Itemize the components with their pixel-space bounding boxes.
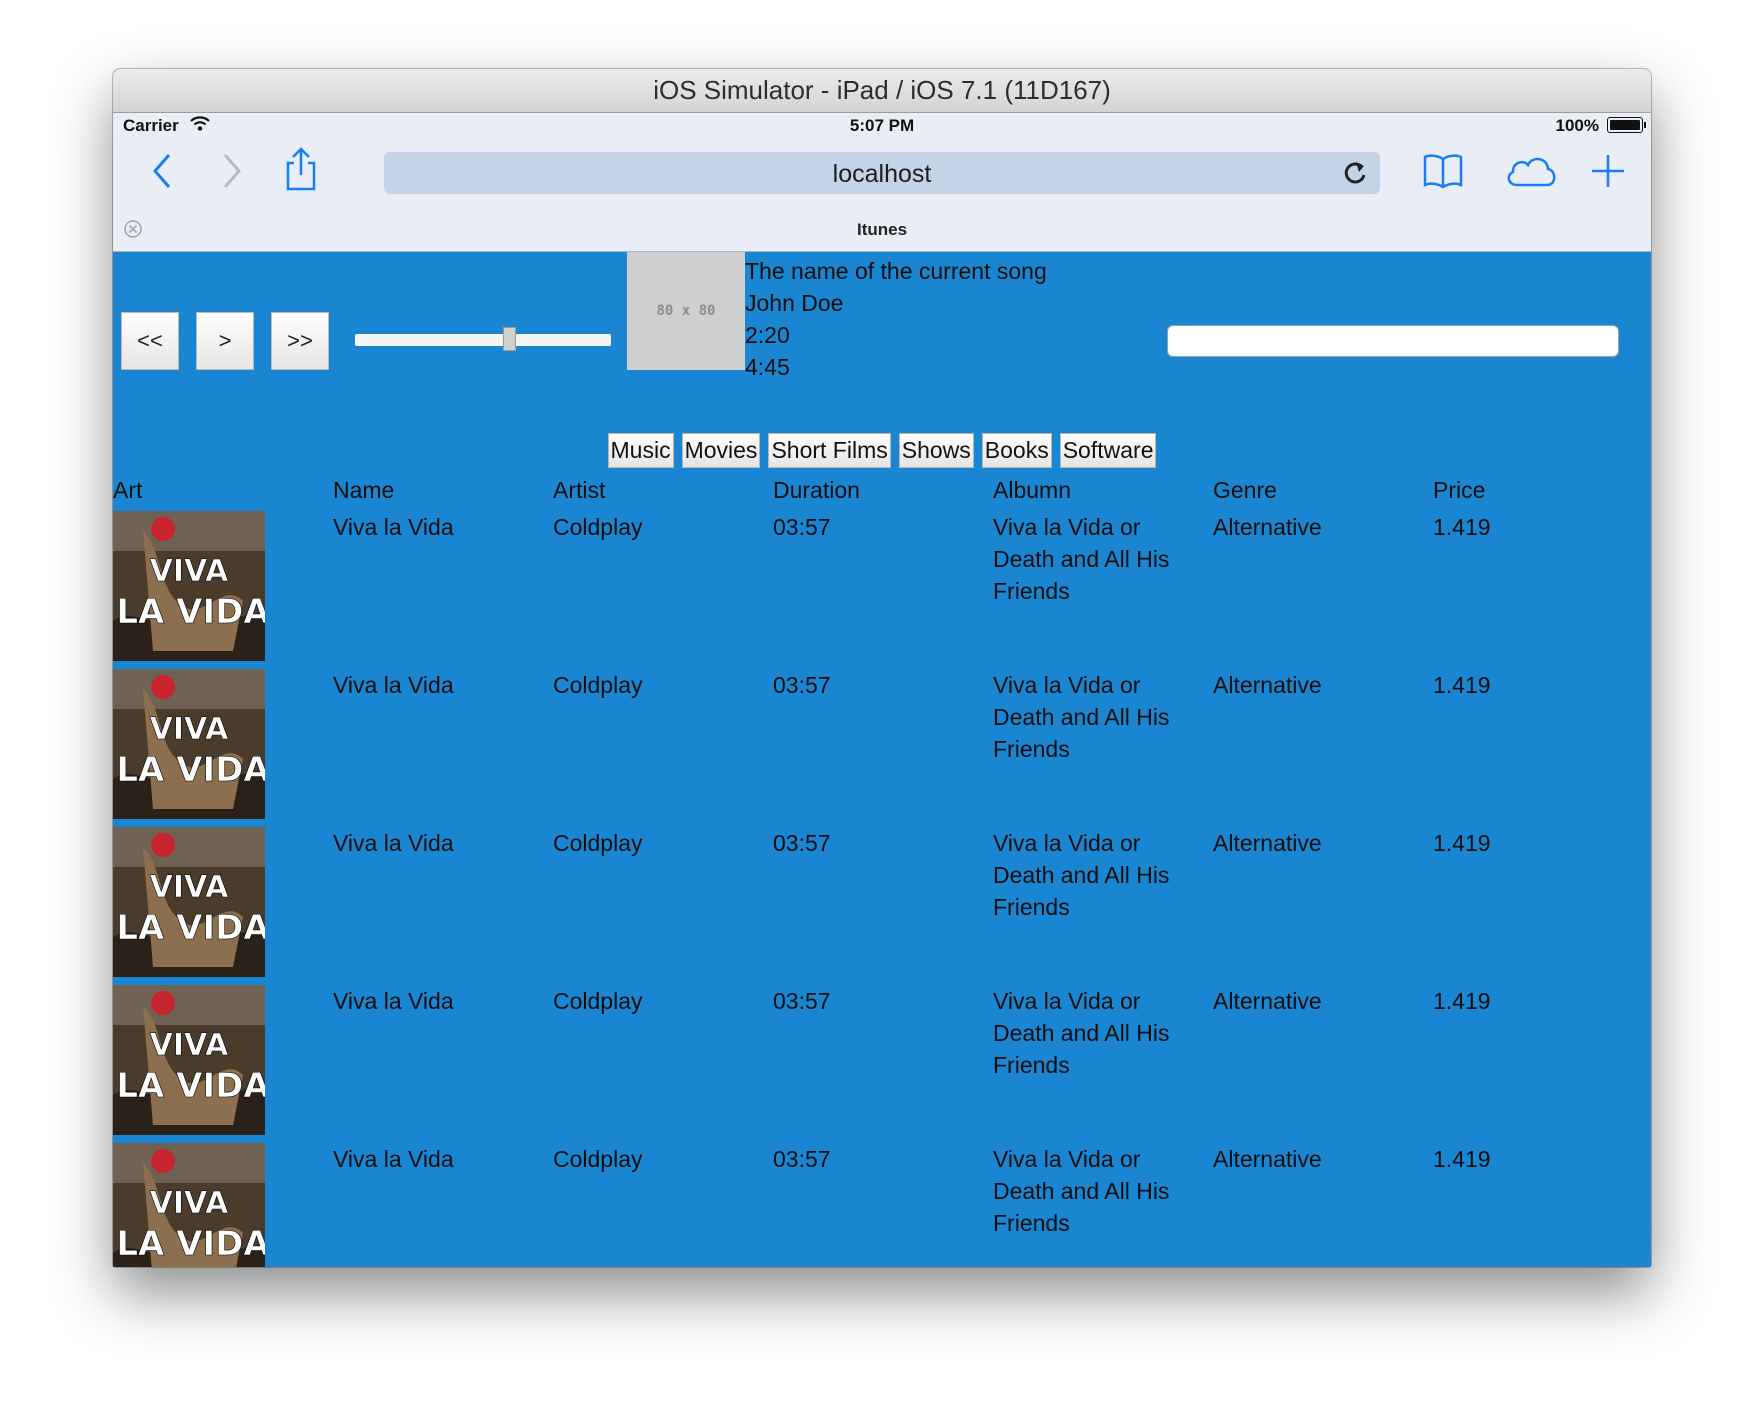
back-icon[interactable] [149, 149, 175, 198]
cell-album: Viva la Vida or Death and All His Friend… [993, 672, 1170, 762]
cell-duration: 03:57 [773, 514, 831, 540]
tab-title[interactable]: Itunes [113, 220, 1651, 240]
svg-text:LA VIDA: LA VIDA [116, 592, 265, 632]
search-input[interactable] [1167, 325, 1619, 357]
share-icon[interactable] [283, 145, 319, 198]
cell-genre: Alternative [1213, 514, 1322, 540]
cell-duration: 03:57 [773, 830, 831, 856]
now-playing-info: The name of the current song John Doe 2:… [745, 255, 1047, 383]
now-playing-song: The name of the current song [745, 258, 1047, 284]
cell-duration: 03:57 [773, 1146, 831, 1172]
column-header-genre[interactable]: Genre [1213, 477, 1277, 504]
now-playing-artist: John Doe [745, 290, 844, 316]
address-bar[interactable]: localhost [384, 152, 1380, 194]
cell-price: 1.419 [1433, 672, 1491, 698]
volume-slider[interactable] [355, 334, 611, 346]
album-art-image: VIVA LA VIDA [113, 511, 265, 661]
album-art-image: VIVA LA VIDA [113, 1143, 265, 1267]
cell-artist: Coldplay [553, 988, 643, 1014]
status-bar: Carrier 5:07 PM 100% [113, 113, 1651, 137]
table-row[interactable]: VIVA LA VIDA Viva la Vida Coldplay 03:57 Viva… [113, 1143, 1651, 1267]
cell-artist: Coldplay [553, 514, 643, 540]
album-art-image: VIVA LA VIDA [113, 985, 265, 1135]
cell-price: 1.419 [1433, 514, 1491, 540]
category-tabs: Music Movies Short Films Shows Books Software [113, 433, 1651, 468]
table-row[interactable]: VIVA LA VIDA Viva la Vida Coldplay 03:57 Viva… [113, 985, 1651, 1143]
total-time: 4:45 [745, 354, 790, 380]
table-row[interactable]: VIVA LA VIDA Viva la Vida Coldplay 03:57 Viva… [113, 669, 1651, 827]
category-button-software[interactable]: Software [1059, 433, 1157, 468]
svg-text:LA VIDA: LA VIDA [116, 750, 265, 790]
column-header-art[interactable]: Art [113, 477, 142, 504]
window-title: iOS Simulator - iPad / iOS 7.1 (11D167) [113, 69, 1651, 113]
svg-text:VIVA: VIVA [150, 870, 230, 905]
album-art-image: VIVA LA VIDA [113, 669, 265, 819]
svg-text:LA VIDA: LA VIDA [116, 1066, 265, 1106]
column-header-albumn[interactable]: Albumn [993, 477, 1071, 504]
column-header-duration[interactable]: Duration [773, 477, 860, 504]
battery-icon [1607, 117, 1646, 133]
cell-duration: 03:57 [773, 672, 831, 698]
cell-duration: 03:57 [773, 988, 831, 1014]
category-button-shows[interactable]: Shows [898, 433, 974, 468]
cell-artist: Coldplay [553, 830, 643, 856]
svg-text:VIVA: VIVA [150, 1186, 230, 1221]
svg-text:VIVA: VIVA [150, 1028, 230, 1063]
svg-text:VIVA: VIVA [150, 712, 230, 747]
album-art-image: VIVA LA VIDA [113, 827, 265, 977]
category-button-movies[interactable]: Movies [681, 433, 761, 468]
table-row[interactable]: VIVA LA VIDA Viva la Vida Coldplay 03:57 Viva… [113, 511, 1651, 669]
elapsed-time: 2:20 [745, 322, 790, 348]
bookmarks-icon[interactable] [1421, 151, 1465, 196]
icloud-tabs-icon[interactable] [1503, 153, 1559, 194]
column-header-price[interactable]: Price [1433, 477, 1485, 504]
new-tab-icon[interactable] [1588, 151, 1628, 196]
previous-button[interactable]: << [121, 312, 179, 370]
cell-album: Viva la Vida or Death and All His Friend… [993, 514, 1170, 604]
cell-name: Viva la Vida [333, 1146, 454, 1172]
cell-artist: Coldplay [553, 1146, 643, 1172]
cell-genre: Alternative [1213, 830, 1322, 856]
table-row[interactable]: VIVA LA VIDA Viva la Vida Coldplay 03:57 Viva… [113, 827, 1651, 985]
url-text: localhost [832, 160, 932, 188]
cell-price: 1.419 [1433, 1146, 1491, 1172]
tab-bar: Itunes [113, 207, 1651, 252]
volume-slider-thumb[interactable] [502, 327, 516, 351]
svg-text:LA VIDA: LA VIDA [116, 1224, 265, 1264]
page-content: << > >> 80 x 80 The name of the current … [113, 252, 1651, 1267]
reload-icon[interactable] [1342, 159, 1370, 192]
category-button-books[interactable]: Books [981, 433, 1052, 468]
next-button[interactable]: >> [271, 312, 329, 370]
cell-genre: Alternative [1213, 988, 1322, 1014]
cell-album: Viva la Vida or Death and All His Friend… [993, 1146, 1170, 1236]
forward-icon[interactable] [219, 149, 245, 198]
cell-name: Viva la Vida [333, 514, 454, 540]
cell-album: Viva la Vida or Death and All His Friend… [993, 988, 1170, 1078]
column-header-artist[interactable]: Artist [553, 477, 605, 504]
cell-name: Viva la Vida [333, 672, 454, 698]
cell-name: Viva la Vida [333, 988, 454, 1014]
cell-genre: Alternative [1213, 672, 1322, 698]
cell-artist: Coldplay [553, 672, 643, 698]
cell-name: Viva la Vida [333, 830, 454, 856]
status-time: 5:07 PM [849, 116, 915, 135]
category-button-short-films[interactable]: Short Films [768, 433, 891, 468]
now-playing-artwork: 80 x 80 [627, 252, 745, 370]
category-button-music[interactable]: Music [607, 433, 674, 468]
battery-percent: 100% [1555, 116, 1599, 135]
svg-text:LA VIDA: LA VIDA [116, 908, 265, 948]
svg-text:VIVA: VIVA [150, 554, 230, 589]
cell-genre: Alternative [1213, 1146, 1322, 1172]
cell-album: Viva la Vida or Death and All His Friend… [993, 830, 1170, 920]
simulator-window: iOS Simulator - iPad / iOS 7.1 (11D167) … [113, 69, 1651, 1267]
cell-price: 1.419 [1433, 988, 1491, 1014]
play-button[interactable]: > [196, 312, 254, 370]
column-header-name[interactable]: Name [333, 477, 394, 504]
cell-price: 1.419 [1433, 830, 1491, 856]
